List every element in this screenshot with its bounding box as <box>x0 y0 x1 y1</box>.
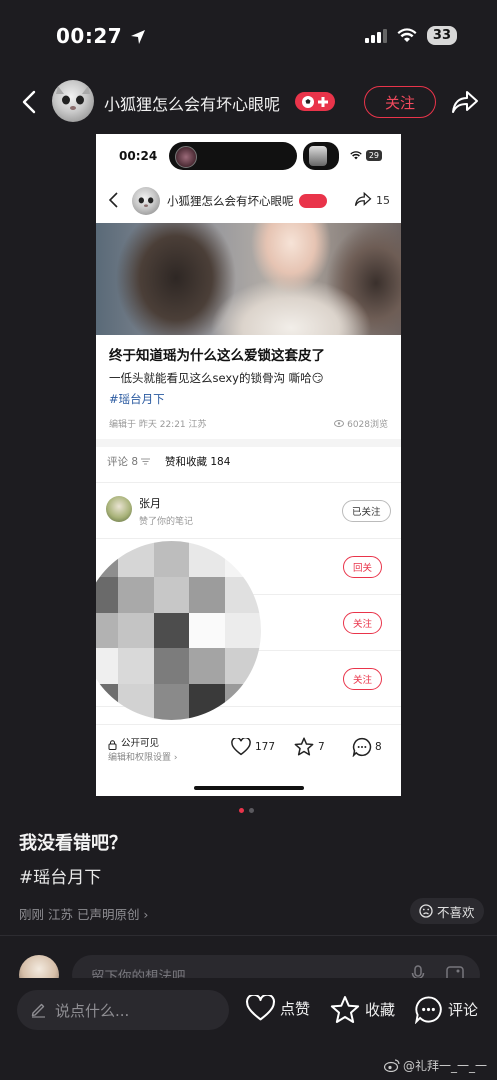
inner-share-count: 15 <box>376 194 390 207</box>
inner-post-views: 6028浏览 <box>334 417 388 430</box>
signal-icon <box>364 28 387 43</box>
inner-comment-icon <box>352 737 372 761</box>
inner-fav-count: 7 <box>318 741 325 753</box>
comment-label: 评论 <box>448 1001 479 1019</box>
post-image[interactable]: 00:24 29 小狐狸怎么会有坏心眼呢 15 终于知道瑶为什么这么爱锁这套皮了… <box>96 134 401 796</box>
dislike-button[interactable]: 不喜欢 <box>410 898 484 924</box>
wifi-icon <box>350 151 362 160</box>
inner-row-line <box>96 538 401 539</box>
post-tag[interactable]: #瑶台月下 <box>19 863 101 888</box>
eye-icon <box>334 420 345 427</box>
plus-icon <box>318 96 328 107</box>
carousel-dot <box>249 808 254 813</box>
inner-post-tag: #瑶台月下 <box>109 392 165 406</box>
inner-notif-name: 张月 <box>139 497 161 510</box>
inner-home-indicator <box>194 786 304 790</box>
inner-public-label: 公开可见 <box>121 738 160 749</box>
inner-follow-button: 关注 <box>343 612 383 634</box>
inner-heart-icon <box>231 736 251 760</box>
watermark: @礼拜一_一_一 <box>383 1057 487 1074</box>
inner-status-time: 00:24 <box>119 149 158 163</box>
inner-notif-avatar <box>106 496 132 522</box>
author-avatar[interactable] <box>52 80 94 122</box>
inner-post-photo <box>96 223 401 335</box>
inner-back-icon <box>108 192 118 212</box>
status-time: 00:27 <box>56 24 146 48</box>
inner-post-desc: 一低头就能看见这么sexy的锁骨沟 嘶哈😏 <box>109 371 324 385</box>
like-label: 点赞 <box>280 1000 311 1018</box>
filter-icon <box>141 458 151 465</box>
star-icon <box>330 996 360 1023</box>
author-badge <box>295 92 335 111</box>
inner-followed-button: 已关注 <box>342 500 391 522</box>
inner-comment-count: 8 <box>375 741 382 753</box>
wifi-icon <box>397 28 417 42</box>
cat-face-image <box>56 86 90 110</box>
inner-public-sub: 编辑和权限设置 › <box>108 753 178 763</box>
inner-divider <box>96 439 401 447</box>
inner-share-icon <box>354 191 372 211</box>
share-icon <box>452 91 478 113</box>
location-arrow-icon <box>130 30 145 44</box>
heart-icon <box>246 995 275 1021</box>
dislike-icon <box>419 904 433 918</box>
soccer-ball-icon <box>302 95 314 108</box>
comment-button[interactable]: 评论 <box>414 995 478 1024</box>
pen-icon <box>30 1001 47 1022</box>
inner-notif-sub: 赞了你的笔记 <box>139 517 194 527</box>
inner-bottom-line <box>96 724 401 725</box>
like-button[interactable]: 点赞 <box>246 995 310 1022</box>
author-name[interactable]: 小狐狸怎么会有坏心眼呢 <box>104 91 280 115</box>
inner-battery: 29 <box>365 150 382 161</box>
inner-star-icon <box>294 737 314 760</box>
back-icon <box>22 90 36 114</box>
inner-follow-button: 关注 <box>343 668 383 690</box>
inner-island-thumbnail <box>309 146 327 166</box>
inner-island-avatar <box>175 146 197 168</box>
inner-author-badge <box>299 194 327 208</box>
favorite-label: 收藏 <box>365 1001 396 1019</box>
inner-like-count: 177 <box>255 741 276 753</box>
inner-author-avatar <box>132 187 160 215</box>
inner-status-icons: 29 <box>350 150 382 161</box>
dislike-label: 不喜欢 <box>437 904 475 920</box>
favorite-button[interactable]: 收藏 <box>330 995 395 1024</box>
back-button[interactable] <box>14 84 44 120</box>
status-time-text: 00:27 <box>56 24 123 48</box>
inner-post-meta: 编辑于 昨天 22:21 江苏 <box>109 420 207 430</box>
watermark-text: @礼拜一_一_一 <box>402 1059 487 1073</box>
inner-post-title: 终于知道瑶为什么这么爱锁这套皮了 <box>109 348 325 364</box>
weibo-icon <box>383 1059 400 1072</box>
share-button[interactable] <box>449 86 481 118</box>
inner-author-name: 小狐狸怎么会有坏心眼呢 <box>167 194 294 208</box>
inner-follow-back-button: 回关 <box>343 556 383 578</box>
inner-tab-comments-text: 评论 8 <box>107 456 139 468</box>
post-meta[interactable]: 刚刚 江苏 已声明原创 › <box>19 904 148 923</box>
inner-tab-comments: 评论 8 <box>107 454 151 469</box>
inner-tab-likes: 赞和收藏 184 <box>165 456 231 468</box>
inner-tab-line <box>96 482 401 483</box>
say-something-placeholder: 说点什么... <box>55 1002 130 1020</box>
post-title: 我没看错吧？ <box>19 833 127 854</box>
carousel-dot-active <box>239 808 244 813</box>
inner-views-text: 6028浏览 <box>347 420 388 430</box>
section-divider <box>0 935 497 936</box>
comment-icon <box>414 996 442 1024</box>
mosaic-redaction <box>96 541 261 720</box>
battery-indicator: 33 <box>426 26 457 45</box>
status-icons: 33 <box>364 26 457 45</box>
follow-button[interactable]: 关注 <box>364 86 436 118</box>
